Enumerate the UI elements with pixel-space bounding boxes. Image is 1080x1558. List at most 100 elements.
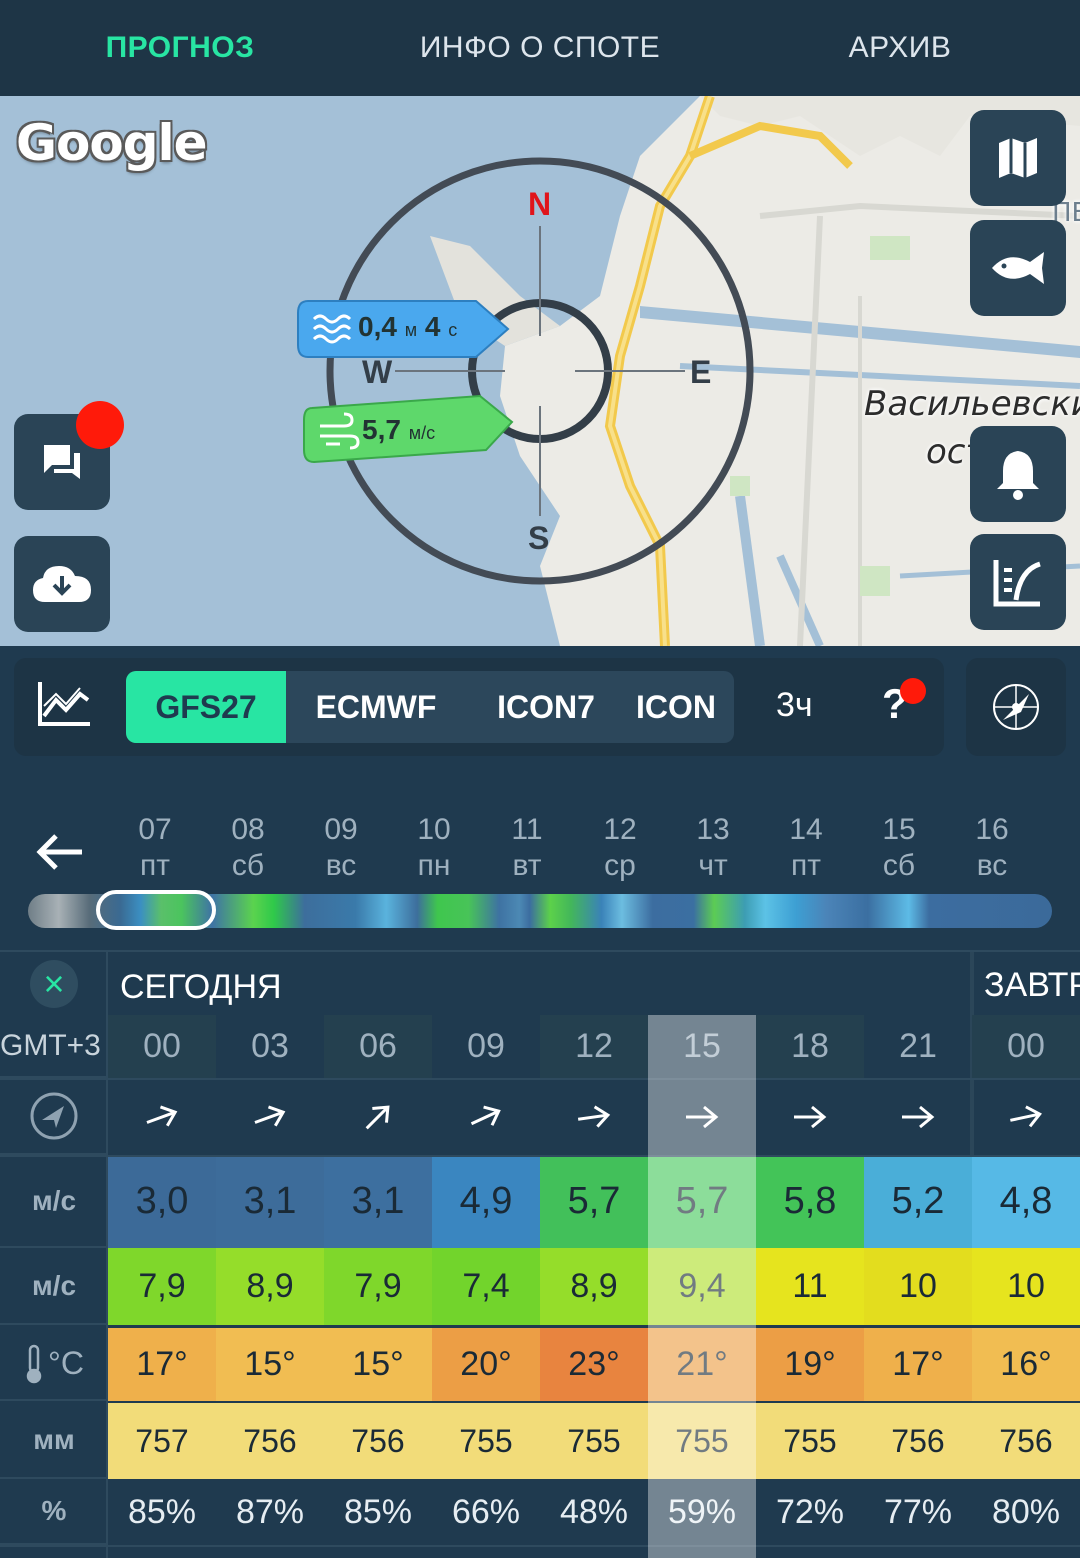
day-number: 09 xyxy=(324,813,358,846)
map-view[interactable]: Google Васильевски остров ПЕ N E S W 0,4… xyxy=(0,96,1080,646)
wind-direction-cell xyxy=(756,1078,864,1155)
wind-indicator: 5,7 м/с xyxy=(300,394,514,464)
pressure-value: 756 xyxy=(891,1422,945,1459)
wind-gust-value: 10 xyxy=(899,1267,937,1305)
wind-direction-arrow-icon xyxy=(794,1105,827,1128)
wind-direction-arrow-icon xyxy=(1010,1104,1042,1127)
day-16[interactable]: 16 вс xyxy=(952,812,1032,884)
close-table-button[interactable]: × xyxy=(30,960,78,1008)
wind-speed-value: 3,0 xyxy=(135,1180,189,1222)
model-ecmwf[interactable]: ECMWF xyxy=(286,671,466,743)
humidity-value: 66% xyxy=(451,1492,521,1531)
day-14[interactable]: 14 пт xyxy=(766,812,846,884)
compass-navigation-icon xyxy=(30,1092,78,1139)
wind-direction-cell xyxy=(864,1078,972,1155)
tab-archive[interactable]: АРХИВ xyxy=(720,0,1080,96)
day-15[interactable]: 15 сб xyxy=(859,812,939,884)
day-07[interactable]: 07 пт xyxy=(115,812,195,884)
day-of-week: вт xyxy=(512,849,542,882)
left-column-divider xyxy=(106,950,108,1558)
tide-icon xyxy=(993,560,1041,607)
hour-cell: 00 xyxy=(972,1015,1080,1078)
arrow-left-icon xyxy=(36,834,82,870)
day-number: 16 xyxy=(975,813,1009,846)
compass-south: S xyxy=(528,520,550,556)
back-button[interactable] xyxy=(34,830,86,879)
day-11[interactable]: 11 вт xyxy=(487,812,567,884)
day-13[interactable]: 13 чт xyxy=(673,812,753,884)
bell-icon xyxy=(997,451,1039,500)
download-button[interactable] xyxy=(14,536,110,632)
compass-east: E xyxy=(690,354,712,390)
wind-direction-cell xyxy=(540,1078,648,1155)
hour-cell: 18 xyxy=(756,1015,864,1078)
pressure-value: 755 xyxy=(783,1422,837,1459)
humidity-value: 87% xyxy=(235,1492,305,1531)
cloud-download-icon xyxy=(33,566,91,602)
chat-notification-dot xyxy=(76,401,124,449)
map-layer-button[interactable] xyxy=(970,110,1066,206)
tab-forecast[interactable]: ПРОГНОЗ xyxy=(0,0,360,96)
model-gfs27[interactable]: GFS27 xyxy=(126,671,286,743)
temperature-value: 21° xyxy=(676,1345,728,1383)
day-09[interactable]: 09 вс xyxy=(301,812,381,884)
pressure-value: 755 xyxy=(567,1422,621,1459)
wind-direction-arrow-icon xyxy=(470,1105,501,1126)
wind-direction-arrow-icon xyxy=(146,1105,178,1126)
fishing-button[interactable] xyxy=(970,220,1066,316)
compass-north: N xyxy=(528,186,552,222)
temperature-value: 15° xyxy=(352,1345,404,1383)
pressure-value: 756 xyxy=(243,1422,297,1459)
google-logo: Google xyxy=(16,114,208,172)
day-number: 08 xyxy=(231,813,265,846)
hour-cell: 15 xyxy=(683,1027,721,1065)
temperature-value: 20° xyxy=(460,1345,512,1383)
map-background xyxy=(0,96,1080,646)
model-icon7[interactable]: ICON7 xyxy=(466,671,626,743)
wind-speed-value: 4,9 xyxy=(459,1180,513,1222)
wave-height-unit: м xyxy=(404,320,418,340)
graph-button[interactable] xyxy=(36,680,92,733)
day-12[interactable]: 12 ср xyxy=(580,812,660,884)
wind-speed-value: 5,8 xyxy=(783,1180,837,1222)
wind-direction-cell xyxy=(648,1078,756,1155)
humidity-value: 72% xyxy=(775,1492,845,1531)
day-number: 15 xyxy=(882,813,916,846)
wind-gust-value: 11 xyxy=(792,1267,828,1305)
fish-icon xyxy=(992,252,1044,284)
day-number: 14 xyxy=(789,813,823,846)
chat-icon xyxy=(44,445,80,479)
day-of-week: пт xyxy=(791,849,821,882)
temperature-row-label: °C xyxy=(0,1328,108,1401)
compass-rose-icon xyxy=(993,684,1039,730)
model-list: GFS27 ECMWF ICON7 ICON xyxy=(126,671,734,743)
temperature-value: 19° xyxy=(784,1345,836,1383)
hour-cell: 12 xyxy=(540,1015,648,1078)
day-of-week: сб xyxy=(231,849,265,882)
wind-direction-cell xyxy=(108,1078,216,1155)
model-icon[interactable]: ICON xyxy=(626,671,734,743)
day-of-week: пн xyxy=(417,849,451,882)
wind-speed-unit: м/с xyxy=(408,423,436,443)
day-of-week: чт xyxy=(698,849,728,882)
wind-direction-arrow-icon xyxy=(365,1104,390,1129)
day-of-week: ср xyxy=(604,849,636,882)
day-number: 12 xyxy=(603,813,637,846)
day-of-week: сб xyxy=(882,849,916,882)
temperature-value: 23° xyxy=(568,1345,620,1383)
timeline-selection-window[interactable] xyxy=(96,890,216,930)
wind-speed-value: 5,7 xyxy=(567,1180,621,1222)
day-08[interactable]: 08 сб xyxy=(208,812,288,884)
wind-direction-arrow-icon xyxy=(577,1105,611,1128)
time-step-selector[interactable]: 3ч xyxy=(776,686,813,725)
graph-icon xyxy=(38,682,90,726)
tab-spot-info[interactable]: ИНФО О СПОТЕ xyxy=(360,0,720,96)
compass-rose-button[interactable] xyxy=(966,658,1066,756)
wind-speed-value: 3,1 xyxy=(243,1180,297,1222)
wind-gust-value: 7,4 xyxy=(462,1267,510,1305)
alerts-button[interactable] xyxy=(970,426,1066,522)
wind-direction-arrow-icon xyxy=(254,1105,286,1126)
day-10[interactable]: 10 пн xyxy=(394,812,474,884)
tide-button[interactable] xyxy=(970,534,1066,630)
wind-speed: 5,7 xyxy=(362,414,401,445)
